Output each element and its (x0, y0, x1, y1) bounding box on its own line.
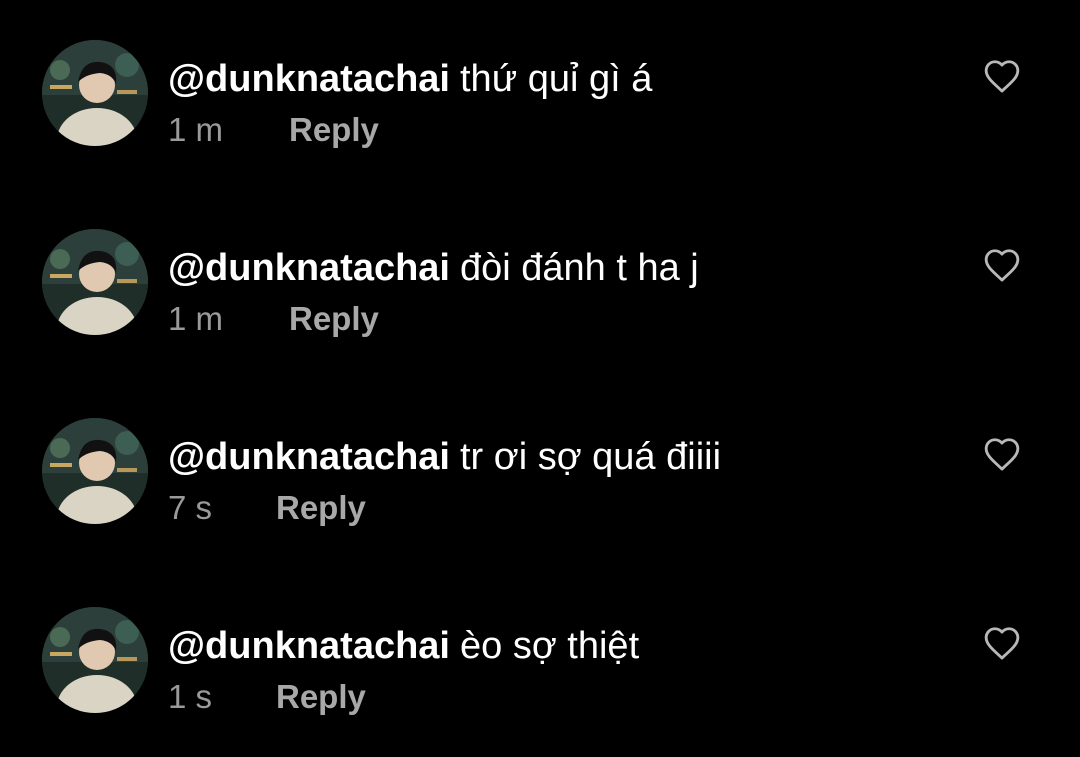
comment-text-line: @dunknatachai tr ơi sợ quá điiii (168, 434, 721, 480)
comment-username[interactable]: @dunknatachai (168, 58, 450, 100)
avatar-image (42, 40, 148, 146)
comment-text-line: @dunknatachai èo sợ thiệt (168, 623, 639, 669)
heart-outline-icon[interactable] (983, 625, 1021, 661)
comment-meta: 1 s Reply (168, 677, 366, 717)
comment-message: èo sợ thiệt (460, 625, 640, 667)
comment-time: 1 s (168, 678, 213, 715)
reply-button[interactable]: Reply (276, 677, 366, 717)
reply-button[interactable]: Reply (289, 110, 379, 150)
comment-meta: 7 s Reply (168, 488, 366, 528)
comment-message: đòi đánh t ha j (460, 247, 699, 289)
comment-time: 1 m (168, 300, 224, 337)
comment-item: @dunknatachai tr ơi sợ quá điiii 7 s Repl… (0, 418, 1080, 568)
comment-username[interactable]: @dunknatachai (168, 436, 450, 478)
comment-text-line: @dunknatachai đòi đánh t ha j (168, 245, 699, 291)
avatar-image (42, 607, 148, 713)
heart-outline-icon[interactable] (983, 436, 1021, 472)
avatar-image (42, 418, 148, 524)
comment-text-line: @dunknatachai thứ quỉ gì á (168, 56, 652, 102)
comment-meta: 1 m Reply (168, 110, 379, 150)
comment-username[interactable]: @dunknatachai (168, 625, 450, 667)
comment-meta: 1 m Reply (168, 299, 379, 339)
comment-message: tr ơi sợ quá điiii (460, 436, 722, 478)
comment-item: @dunknatachai èo sợ thiệt 1 s Reply (0, 607, 1080, 757)
comment-username[interactable]: @dunknatachai (168, 247, 450, 289)
comment-item: @dunknatachai thứ quỉ gì á 1 m Reply (0, 40, 1080, 190)
reply-button[interactable]: Reply (289, 299, 379, 339)
heart-outline-icon[interactable] (983, 247, 1021, 283)
comment-item: @dunknatachai đòi đánh t ha j 1 m Reply (0, 229, 1080, 379)
user-avatar[interactable] (42, 40, 148, 146)
comment-message: thứ quỉ gì á (460, 58, 653, 100)
reply-button[interactable]: Reply (276, 488, 366, 528)
avatar-image (42, 229, 148, 335)
user-avatar[interactable] (42, 607, 148, 713)
comment-time: 1 m (168, 111, 224, 148)
comment-time: 7 s (168, 489, 213, 526)
heart-outline-icon[interactable] (983, 58, 1021, 94)
user-avatar[interactable] (42, 418, 148, 524)
user-avatar[interactable] (42, 229, 148, 335)
